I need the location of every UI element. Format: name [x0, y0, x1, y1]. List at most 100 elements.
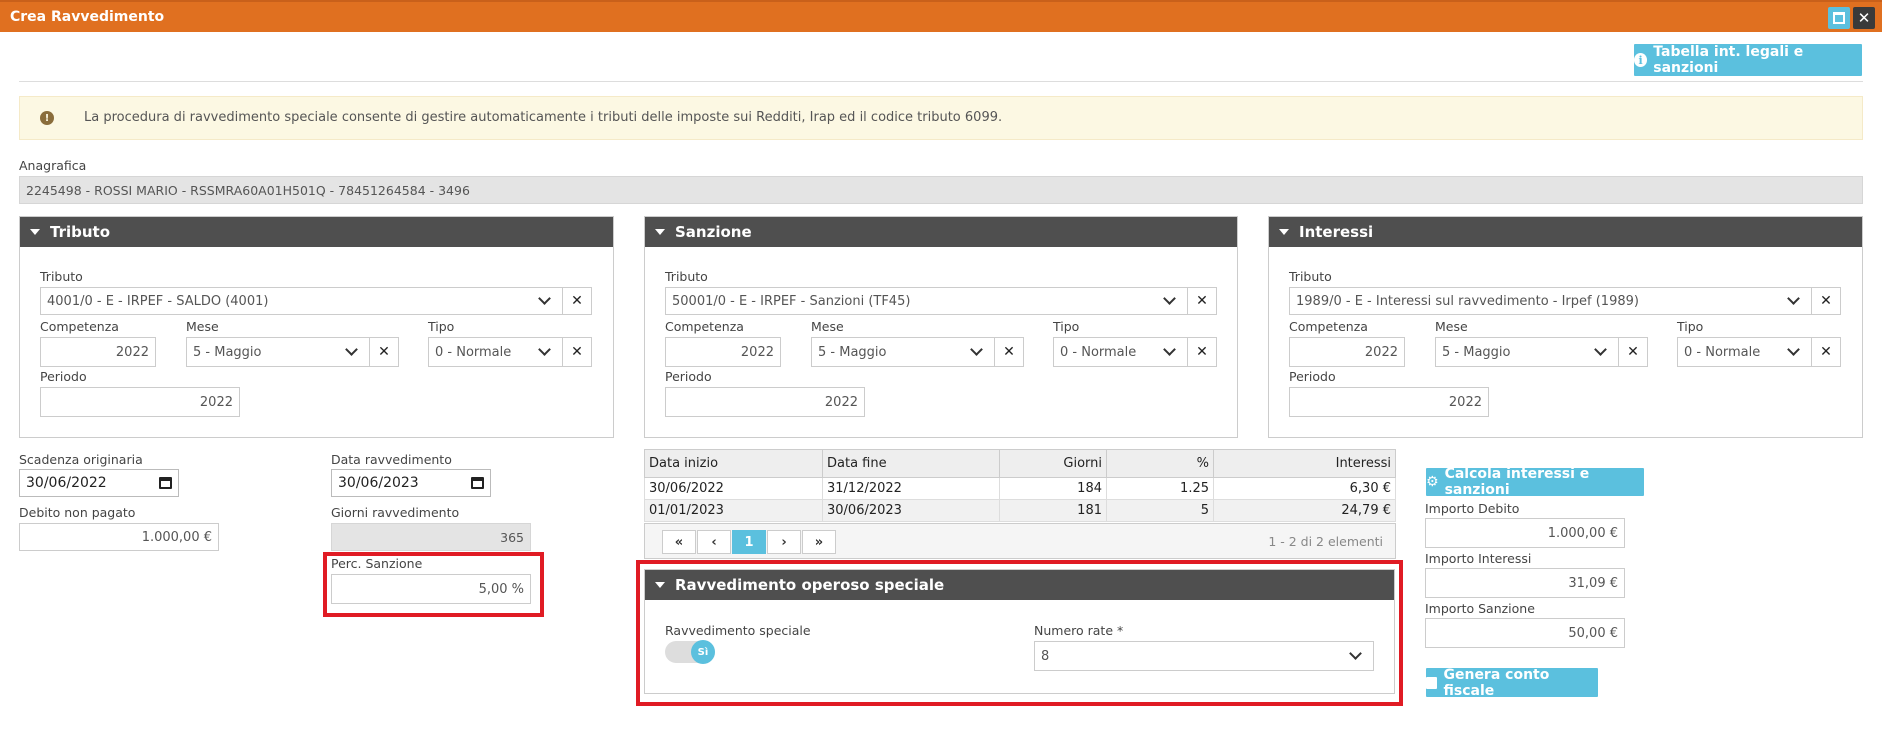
clear-mese-button[interactable]: ✕ — [369, 337, 399, 367]
cell-giorni: 184 — [999, 477, 1107, 500]
debito-non-pagato-input[interactable]: 1.000,00 € — [19, 523, 219, 551]
chevron-down-icon — [537, 292, 551, 305]
window-title: Crea Ravvedimento — [10, 9, 165, 25]
calcola-interessi-label: Calcola interessi e sanzioni — [1444, 466, 1590, 498]
tipo-label: Tipo — [1053, 319, 1080, 334]
panel-tributo-header[interactable]: Tributo — [20, 217, 613, 247]
periodo-input[interactable]: 2022 — [1289, 387, 1489, 417]
tabella-interessi-button[interactable]: i Tabella int. legali e sanzioni — [1634, 44, 1862, 76]
panel-interessi-header[interactable]: Interessi — [1269, 217, 1862, 247]
tributo-select[interactable]: 50001/0 - E - IRPEF - Sanzioni (TF45) — [665, 287, 1188, 315]
panel-sanzione: Sanzione Tributo 50001/0 - E - IRPEF - S… — [644, 216, 1238, 438]
clear-mese-button[interactable]: ✕ — [994, 337, 1024, 367]
close-button[interactable]: ✕ — [1853, 7, 1875, 29]
competenza-label: Competenza — [665, 319, 744, 334]
periodo-input[interactable]: 2022 — [665, 387, 865, 417]
scadenza-date-input[interactable]: 30/06/2022 — [19, 469, 179, 497]
numero-rate-value: 8 — [1041, 648, 1050, 664]
calcola-interessi-button[interactable]: ⚙ Calcola interessi e sanzioni — [1426, 466, 1644, 498]
calendar-icon — [471, 477, 484, 489]
clear-mese-button[interactable]: ✕ — [1618, 337, 1648, 367]
chevron-down-icon — [537, 343, 551, 356]
anagrafica-field: 2245498 - ROSSI MARIO - RSSMRA60A01H501Q… — [19, 176, 1863, 204]
periodo-label: Periodo — [665, 369, 712, 384]
mese-label: Mese — [186, 319, 219, 334]
pager-page-1[interactable]: 1 — [732, 530, 766, 554]
panel-ravvedimento-speciale: Ravvedimento operoso speciale Ravvedimen… — [644, 569, 1395, 694]
panel-interessi: Interessi Tributo 1989/0 - E - Interessi… — [1268, 216, 1863, 438]
importo-sanzione-input[interactable]: 50,00 € — [1425, 618, 1625, 648]
collapse-caret-icon — [655, 229, 665, 235]
panel-tributo: Tributo Tributo 4001/0 - E - IRPEF - SAL… — [19, 216, 614, 438]
debito-non-pagato-label: Debito non pagato — [19, 505, 136, 520]
tipo-select[interactable]: 0 - Normale — [1677, 337, 1812, 367]
scadenza-value: 30/06/2022 — [26, 475, 107, 491]
tributo-label: Tributo — [40, 269, 83, 284]
clear-tipo-button[interactable]: ✕ — [1811, 337, 1841, 367]
mese-select[interactable]: 5 - Maggio — [1435, 337, 1619, 367]
tributo-value: 50001/0 - E - IRPEF - Sanzioni (TF45) — [672, 293, 911, 309]
clear-tributo-button[interactable]: ✕ — [1811, 287, 1841, 315]
tributo-select[interactable]: 4001/0 - E - IRPEF - SALDO (4001) — [40, 287, 563, 315]
clear-icon: ✕ — [1196, 293, 1208, 309]
genera-conto-fiscale-button[interactable]: Genera conto fiscale — [1426, 666, 1598, 699]
clear-icon: ✕ — [1820, 344, 1832, 360]
chevron-down-icon — [1593, 343, 1607, 356]
clear-icon: ✕ — [378, 344, 390, 360]
ravvedimento-speciale-label: Ravvedimento speciale — [665, 623, 811, 638]
info-icon: i — [1634, 53, 1648, 67]
tributo-select[interactable]: 1989/0 - E - Interessi sul ravvedimento … — [1289, 287, 1812, 315]
alert-text: La procedura di ravvedimento speciale co… — [84, 110, 1003, 125]
numero-rate-label: Numero rate * — [1034, 623, 1124, 638]
importo-debito-label: Importo Debito — [1425, 501, 1520, 516]
clear-icon: ✕ — [571, 293, 583, 309]
pager-info: 1 - 2 di 2 elementi — [1268, 534, 1383, 549]
numero-rate-select[interactable]: 8 — [1034, 641, 1374, 671]
pager-next-button[interactable]: › — [767, 530, 801, 554]
periodo-input[interactable]: 2022 — [40, 387, 240, 417]
clear-tipo-button[interactable]: ✕ — [562, 337, 592, 367]
collapse-caret-icon — [655, 582, 665, 588]
clear-tributo-button[interactable]: ✕ — [1187, 287, 1217, 315]
mese-label: Mese — [811, 319, 844, 334]
chevron-down-icon — [1786, 343, 1800, 356]
panel-speciale-header[interactable]: Ravvedimento operoso speciale — [645, 570, 1394, 600]
col-header-data-fine[interactable]: Data fine — [822, 449, 1000, 478]
cell-data-inizio: 30/06/2022 — [644, 477, 823, 500]
pager-last-button[interactable]: » — [802, 530, 836, 554]
tipo-select[interactable]: 0 - Normale — [428, 337, 563, 367]
tributo-value: 1989/0 - E - Interessi sul ravvedimento … — [1296, 293, 1639, 309]
clear-icon: ✕ — [1196, 344, 1208, 360]
importo-interessi-input[interactable]: 31,09 € — [1425, 568, 1625, 598]
pager-prev-button[interactable]: ‹ — [697, 530, 731, 554]
competenza-input[interactable]: 2022 — [665, 337, 781, 367]
panel-sanzione-header[interactable]: Sanzione — [645, 217, 1237, 247]
mese-select[interactable]: 5 - Maggio — [186, 337, 370, 367]
periodo-label: Periodo — [40, 369, 87, 384]
tributo-label: Tributo — [665, 269, 708, 284]
importo-debito-input[interactable]: 1.000,00 € — [1425, 518, 1625, 548]
col-header-interessi[interactable]: Interessi — [1213, 449, 1396, 478]
genera-conto-fiscale-label: Genera conto fiscale — [1443, 666, 1550, 699]
table-row[interactable]: 30/06/2022 31/12/2022 184 1.25 6,30 € — [644, 477, 1396, 500]
save-icon — [1426, 676, 1438, 689]
col-header-perc[interactable]: % — [1106, 449, 1214, 478]
pager-first-button[interactable]: « — [662, 530, 696, 554]
col-header-data-inizio[interactable]: Data inizio — [644, 449, 823, 478]
cell-data-fine: 31/12/2022 — [822, 477, 1000, 500]
clear-tributo-button[interactable]: ✕ — [562, 287, 592, 315]
mese-select[interactable]: 5 - Maggio — [811, 337, 995, 367]
competenza-input[interactable]: 2022 — [1289, 337, 1405, 367]
table-row[interactable]: 01/01/2023 30/06/2023 181 5 24,79 € — [644, 499, 1396, 522]
clear-tipo-button[interactable]: ✕ — [1187, 337, 1217, 367]
col-header-giorni[interactable]: Giorni — [999, 449, 1107, 478]
competenza-input[interactable]: 2022 — [40, 337, 156, 367]
ravvedimento-speciale-toggle[interactable]: Sì — [665, 640, 715, 664]
tipo-select[interactable]: 0 - Normale — [1053, 337, 1188, 367]
competenza-label: Competenza — [40, 319, 119, 334]
data-ravvedimento-input[interactable]: 30/06/2023 — [331, 469, 491, 497]
maximize-button[interactable] — [1828, 7, 1850, 29]
panel-title: Interessi — [1299, 223, 1374, 241]
tipo-value: 0 - Normale — [1684, 344, 1761, 360]
perc-sanzione-input[interactable]: 5,00 % — [331, 574, 531, 604]
